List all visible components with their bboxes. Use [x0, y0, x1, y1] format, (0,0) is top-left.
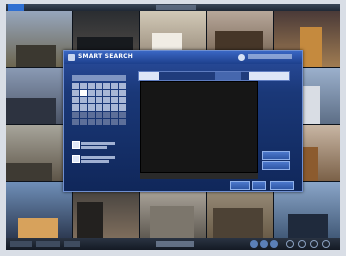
settings-icon[interactable] [286, 240, 294, 248]
calendar-day[interactable] [103, 83, 111, 90]
hdd-icon[interactable] [310, 240, 318, 248]
network-icon[interactable] [298, 240, 306, 248]
play-icon[interactable] [260, 240, 268, 248]
search-button[interactable] [270, 181, 294, 190]
calendar-header [72, 75, 126, 81]
calendar-day[interactable] [111, 118, 119, 125]
video-preview[interactable] [140, 81, 258, 173]
date-time-label [248, 54, 292, 59]
calendar-day[interactable] [111, 83, 119, 90]
power-icon[interactable] [322, 240, 330, 248]
calendar-day[interactable] [79, 83, 87, 90]
calendar-day[interactable] [95, 97, 103, 104]
search-icon[interactable] [270, 240, 278, 248]
calendar-day[interactable] [72, 104, 79, 111]
calendar-day[interactable] [87, 83, 95, 90]
calendar-day[interactable] [103, 111, 111, 118]
calendar-day-selected[interactable] [79, 90, 87, 97]
smart-search-dialog: SMART SEARCH [63, 50, 303, 192]
calendar-day[interactable] [103, 97, 111, 104]
calendar-day[interactable] [119, 118, 126, 125]
menu-button[interactable] [10, 241, 32, 247]
select-all-button[interactable] [262, 151, 290, 160]
cancel-button[interactable] [252, 181, 266, 190]
sequence-button[interactable] [64, 241, 80, 247]
calendar-day[interactable] [87, 97, 95, 104]
clock-icon [238, 54, 245, 61]
calendar-day[interactable] [87, 90, 95, 97]
calendar-day[interactable] [119, 104, 126, 111]
layout-button[interactable] [36, 241, 60, 247]
calendar-day[interactable] [72, 83, 79, 90]
tab-second[interactable] [215, 72, 241, 80]
calendar-day[interactable] [111, 97, 119, 104]
calendar-day[interactable] [79, 104, 87, 111]
calendar-day[interactable] [119, 111, 126, 118]
calendar-day[interactable] [87, 118, 95, 125]
calendar-day[interactable] [103, 90, 111, 97]
dialog-title-bar: SMART SEARCH [64, 51, 302, 64]
bottom-toolbar [6, 238, 340, 250]
option-label-1b [81, 146, 107, 149]
calendar-day[interactable] [119, 90, 126, 97]
calendar-day[interactable] [72, 111, 79, 118]
search-tabs [138, 71, 290, 81]
calendar-day[interactable] [103, 104, 111, 111]
tab-third[interactable] [249, 72, 289, 80]
calendar-day[interactable] [95, 104, 103, 111]
option-label-2b [81, 160, 109, 163]
calendar-day[interactable] [72, 97, 79, 104]
top-status-bar [6, 4, 340, 11]
calendar-day[interactable] [111, 111, 119, 118]
tab-first[interactable] [139, 72, 159, 80]
calendar-day[interactable] [87, 104, 95, 111]
calendar-day[interactable] [79, 111, 87, 118]
calendar-day[interactable] [103, 118, 111, 125]
clock-display [156, 241, 194, 247]
calendar-days [72, 83, 126, 125]
channel-indicator[interactable] [8, 4, 24, 11]
calendar-day[interactable] [95, 118, 103, 125]
instruction-text [140, 173, 258, 179]
calendar-day[interactable] [111, 104, 119, 111]
dialog-title: SMART SEARCH [78, 53, 133, 60]
calendar-day[interactable] [119, 97, 126, 104]
calendar-day[interactable] [119, 83, 126, 90]
record-icon[interactable] [250, 240, 258, 248]
clear-all-button[interactable] [262, 161, 290, 170]
option-checkbox-2[interactable] [72, 155, 80, 163]
calendar-day[interactable] [95, 111, 103, 118]
calendar [72, 75, 126, 125]
option-label-2 [81, 156, 115, 159]
calendar-day[interactable] [79, 118, 87, 125]
status-text [156, 5, 196, 10]
calendar-day[interactable] [87, 111, 95, 118]
calendar-day[interactable] [72, 118, 79, 125]
calendar-day[interactable] [111, 90, 119, 97]
option-label-1 [81, 142, 115, 145]
option-checkbox-1[interactable] [72, 141, 80, 149]
search-icon [68, 54, 75, 61]
calendar-day[interactable] [79, 97, 87, 104]
ok-button[interactable] [230, 181, 250, 190]
calendar-day[interactable] [95, 83, 103, 90]
dvr-screen: SMART SEARCH [6, 4, 340, 250]
calendar-day[interactable] [95, 90, 103, 97]
calendar-day[interactable] [72, 90, 79, 97]
